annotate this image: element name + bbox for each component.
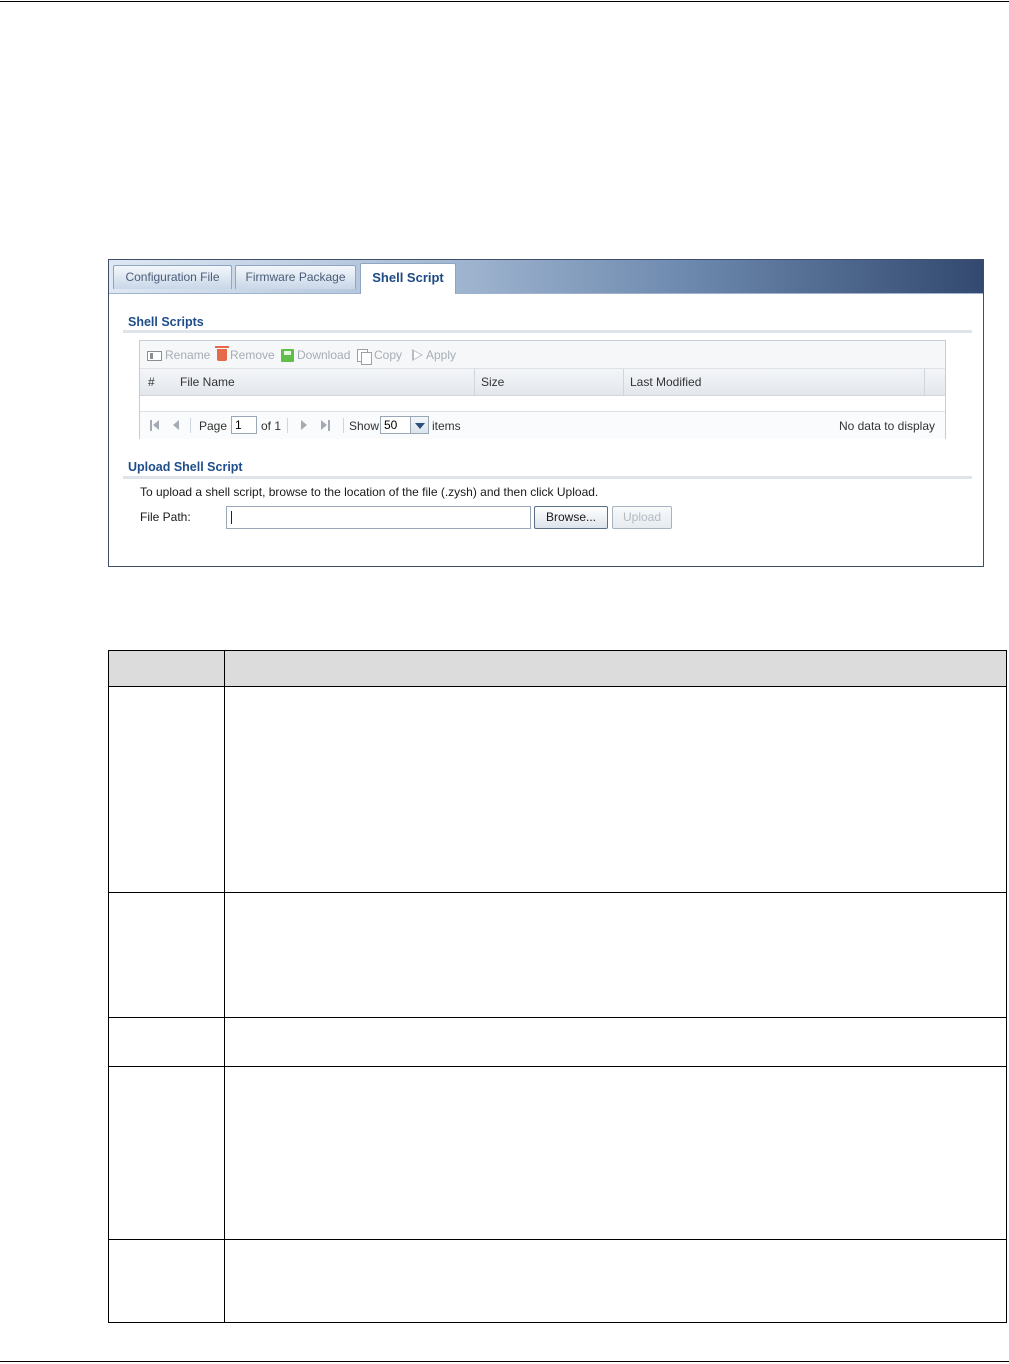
description-table — [108, 650, 1007, 1323]
copy-button[interactable]: Copy — [357, 347, 403, 365]
column-header-last-modified[interactable]: Last Modified — [630, 375, 701, 389]
description-table-row-divider — [109, 892, 1006, 893]
download-button[interactable]: Download — [281, 347, 350, 363]
upload-button[interactable]: Upload — [612, 506, 672, 529]
upload-shell-script-title: Upload Shell Script — [128, 460, 243, 474]
tab-shell-script[interactable]: Shell Script — [360, 263, 456, 294]
shell-scripts-grid: Rename Remove Download Copy Apply # File… — [139, 340, 946, 439]
trash-icon — [215, 346, 229, 361]
description-table-column-divider — [224, 651, 225, 1322]
copy-label: Copy — [374, 348, 403, 362]
pager-divider — [190, 418, 191, 433]
column-header-number[interactable]: # — [148, 375, 155, 389]
rename-button[interactable]: Rename — [147, 347, 210, 363]
chevron-down-icon[interactable] — [410, 416, 429, 434]
description-table-row-divider — [109, 1239, 1006, 1240]
shell-scripts-title: Shell Scripts — [128, 315, 204, 329]
grid-status: No data to display — [838, 419, 935, 433]
last-page-bar — [328, 420, 330, 431]
apply-button[interactable]: Apply — [412, 347, 456, 363]
upload-instructions: To upload a shell script, browse to the … — [140, 485, 599, 499]
page-label: Page — [199, 419, 228, 433]
pager-divider — [287, 418, 288, 433]
rename-icon — [147, 351, 162, 361]
grid-header: # File Name Size Last Modified — [140, 369, 945, 396]
top-page-rule — [0, 1, 1009, 2]
next-page-icon[interactable] — [301, 420, 307, 430]
column-header-size[interactable]: Size — [481, 375, 504, 389]
section-divider — [123, 476, 972, 479]
tab-bar: Configuration File Firmware Package Shel… — [109, 260, 983, 294]
tab-firmware-package[interactable]: Firmware Package — [235, 265, 356, 289]
column-divider — [924, 369, 925, 395]
previous-page-icon[interactable] — [173, 420, 179, 430]
page-number-input[interactable] — [231, 416, 257, 434]
description-table-row-divider — [109, 1017, 1006, 1018]
apply-label: Apply — [426, 348, 457, 362]
items-label: items — [432, 419, 461, 433]
apply-icon — [412, 349, 423, 361]
browse-button[interactable]: Browse... — [534, 506, 608, 529]
description-table-header — [109, 651, 1006, 687]
remove-button[interactable]: Remove — [215, 346, 275, 363]
grid-toolbar: Rename Remove Download Copy Apply — [140, 341, 945, 369]
file-path-input[interactable] — [226, 506, 531, 529]
section-divider — [123, 330, 972, 333]
shell-script-screen: Configuration File Firmware Package Shel… — [108, 259, 984, 567]
page-count-label: of 1 — [261, 419, 282, 433]
column-divider — [623, 369, 624, 395]
column-divider — [474, 369, 475, 395]
pager-divider — [343, 418, 344, 433]
copy-icon — [357, 348, 372, 365]
bottom-page-rule — [0, 1361, 1009, 1362]
remove-label: Remove — [230, 348, 275, 362]
column-header-file-name[interactable]: File Name — [180, 375, 235, 389]
rename-label: Rename — [165, 348, 211, 362]
show-label: Show — [349, 419, 380, 433]
first-page-icon[interactable] — [153, 420, 159, 430]
file-path-label: File Path: — [140, 510, 191, 524]
grid-pager: Page of 1 Show items No data to display — [140, 411, 945, 439]
download-icon — [281, 348, 294, 362]
page-size-select[interactable] — [380, 416, 411, 434]
download-label: Download — [297, 348, 351, 362]
first-page-bar — [150, 420, 152, 431]
tab-configuration-file[interactable]: Configuration File — [113, 265, 232, 289]
last-page-icon[interactable] — [321, 420, 327, 430]
description-table-row-divider — [109, 1066, 1006, 1067]
